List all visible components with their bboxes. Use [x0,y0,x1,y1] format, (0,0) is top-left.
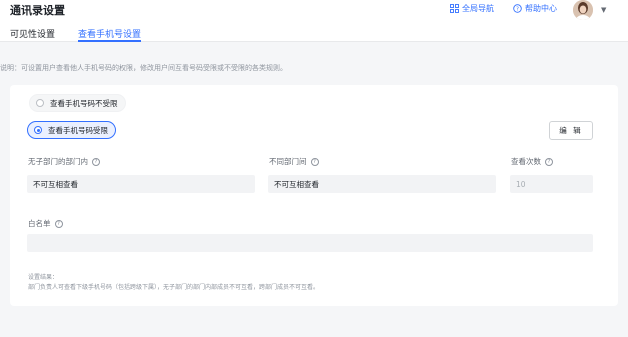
help-icon[interactable]: ? [92,157,100,166]
view-count-label-text: 查看次数 [511,157,541,166]
no-dept-label-text: 无子部门的部门内 [28,157,88,166]
whitelist-label-text: 白名单 [28,219,51,228]
avatar-image-icon [573,0,593,20]
whitelist-label: 白名单 ? [28,218,63,229]
global-nav-label: 全局导航 [462,4,494,13]
diff-dept-label: 不同部门间 ? [269,156,319,167]
tab-phone-settings[interactable]: 查看手机号设置 [78,27,142,42]
diff-dept-label-text: 不同部门间 [269,157,307,166]
global-nav-link[interactable]: 全局导航 [450,3,494,14]
option-unrestricted[interactable]: 查看手机号码不受限 [29,94,126,112]
option-restricted-label: 查看手机号码受限 [48,125,108,135]
help-icon[interactable]: ? [545,157,553,166]
radio-unrestricted[interactable] [36,99,44,107]
help-icon[interactable]: ? [310,157,319,166]
help-circle-icon: ? [513,4,522,13]
tab-visibility-settings[interactable]: 可见性设置 [10,27,55,42]
result-title: 设置结果： [28,274,59,281]
edit-button[interactable]: 编 辑 [549,121,593,140]
no-dept-field: 不可互相查看 [27,175,255,193]
help-icon[interactable]: ? [54,219,63,228]
whitelist-field [27,234,593,252]
result-text: 部门负责人可查看下级手机号码（包括跨级下属），无子部门的部门内部成员不可互看，跨… [28,284,320,291]
grid-icon [450,4,459,13]
page-header: 通讯录设置 全局导航 ? 帮助中心 ▼ 可见性设置 查看手机号设置 [0,0,628,42]
settings-card: 查看手机号码不受限 查看手机号码受限 编 辑 无子部门的部门内 ? 不可互相查看… [10,85,618,306]
help-center-link[interactable]: ? 帮助中心 [513,3,557,14]
option-restricted[interactable]: 查看手机号码受限 [27,121,116,139]
radio-restricted[interactable] [34,126,42,134]
user-avatar[interactable] [573,0,593,20]
diff-dept-field: 不可互相查看 [268,175,496,193]
page-title: 通讯录设置 [10,4,65,17]
svg-text:?: ? [516,7,519,13]
view-count-field: 10 [510,175,593,193]
account-dropdown-icon[interactable]: ▼ [601,6,606,14]
no-dept-label: 无子部门的部门内 ? [28,156,100,167]
page-description: 说明：可设置用户查看他人手机号码的权限，修改用户间互看号码受限或不受限的各类规则… [0,64,287,72]
help-center-label: 帮助中心 [525,4,557,13]
view-count-label: 查看次数 ? [511,156,553,167]
option-unrestricted-label: 查看手机号码不受限 [50,98,118,108]
